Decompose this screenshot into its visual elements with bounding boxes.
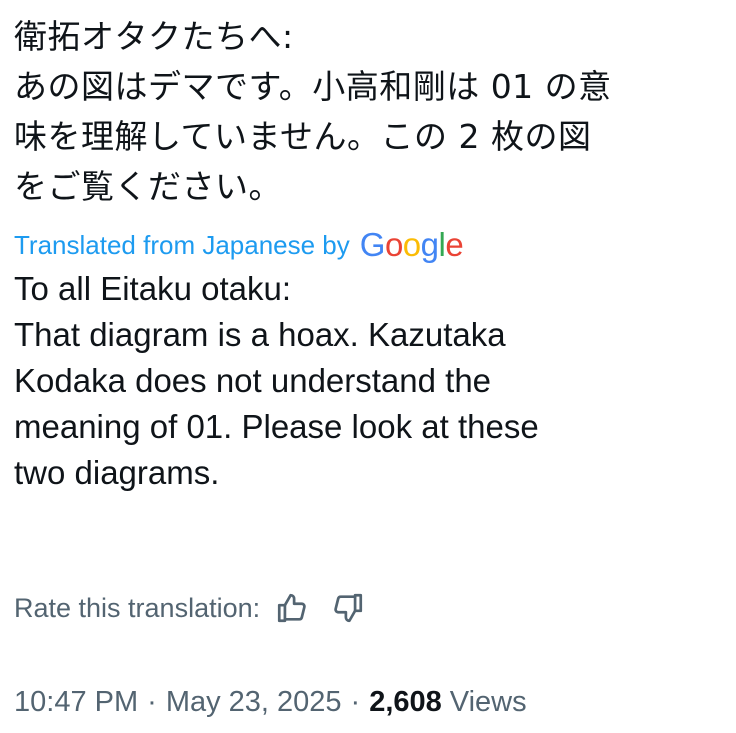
- google-logo: Google: [359, 226, 464, 263]
- thumbs-down-icon: [334, 593, 363, 623]
- tweet-time: 10:47 PM: [14, 685, 139, 718]
- google-logo-letter: o: [384, 226, 403, 263]
- translated-from-link[interactable]: Translated from Japanese by: [14, 230, 350, 261]
- view-count: 2,608: [369, 685, 442, 718]
- translated-text-line: That diagram is a hoax. Kazutaka: [14, 316, 506, 353]
- thumbs-down-button[interactable]: [328, 588, 368, 628]
- google-logo-letter: l: [438, 226, 446, 263]
- tweet-date-link[interactable]: May 23, 2025: [166, 686, 342, 719]
- translation-attribution: Translated from Japanese by Google: [14, 228, 726, 262]
- tweet-time-link[interactable]: 10:47 PM: [14, 686, 138, 719]
- translated-text-line: To all Eitaku otaku:: [14, 270, 291, 307]
- tweet-body: 衛拓オタクたちへ: あの図はデマです。小高和剛は 01 の意 味を理解していませ…: [14, 12, 726, 496]
- original-text-line: 衛拓オタクたちへ:: [14, 17, 294, 56]
- google-logo-letter: o: [402, 226, 421, 263]
- tweet-meta: 10:47 PM · May 23, 2025 · 2,608 Views: [14, 680, 527, 724]
- thumbs-up-icon: [278, 593, 306, 623]
- rate-translation-label: Rate this translation:: [14, 592, 261, 623]
- meta-separator: ·: [147, 685, 157, 718]
- translated-text-line: two diagrams.: [14, 454, 220, 491]
- translated-text: To all Eitaku otaku: That diagram is a h…: [14, 266, 726, 496]
- google-logo-letter: G: [359, 226, 386, 263]
- translated-text-line: Kodaka does not understand the: [14, 362, 492, 399]
- google-logo-letter: g: [420, 226, 439, 263]
- original-text-line: あの図はデマです。小高和剛は 01 の意: [14, 67, 612, 106]
- original-text-line: をご覧ください。: [14, 167, 282, 206]
- tweet-date: May 23, 2025: [165, 685, 342, 718]
- thumbs-up-button[interactable]: [272, 588, 312, 628]
- translated-text-line: meaning of 01. Please look at these: [14, 408, 539, 445]
- original-text: 衛拓オタクたちへ: あの図はデマです。小高和剛は 01 の意 味を理解していませ…: [14, 12, 726, 212]
- google-logo-letter: e: [445, 226, 464, 263]
- views-label: Views: [449, 685, 527, 718]
- meta-separator: ·: [350, 685, 361, 718]
- original-text-line: 味を理解していません。この 2 枚の図: [14, 117, 592, 156]
- rate-translation: Rate this translation:: [14, 584, 368, 632]
